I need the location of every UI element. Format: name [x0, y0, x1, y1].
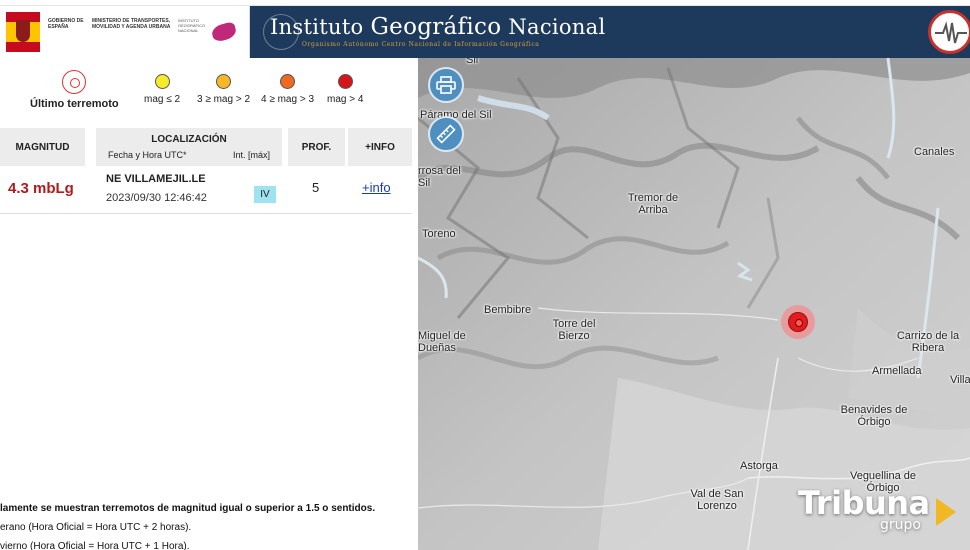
header-location[interactable]: LOCALIZACIÓN Fecha y Hora UTC* Int. [máx… [96, 128, 282, 166]
map-label: Carrizo de la Ribera [896, 330, 960, 354]
amber-dot-icon [216, 74, 232, 89]
ign-subtitle: Organismo Autónomo Centro Nacional de In… [302, 41, 540, 48]
map-label: Armellada [872, 365, 922, 377]
footnote-magnitude: lamente se muestran terremotos de magnit… [0, 503, 376, 514]
legend-last-quake: Último terremoto [30, 70, 119, 110]
header-depth[interactable]: PROF. [288, 128, 345, 166]
footnotes: lamente se muestran terremotos de magnit… [0, 499, 418, 550]
header-location-label: LOCALIZACIÓN [151, 134, 227, 145]
printer-icon [436, 76, 456, 94]
measure-button[interactable] [428, 116, 464, 152]
coat-of-arms-icon [16, 20, 30, 42]
legend-mag-2: 3 ≥ mag > 2 [197, 74, 250, 105]
row-location: NE VILLAMEJIL.LE [106, 173, 206, 185]
play-icon [936, 498, 956, 526]
map-label: Sil [466, 58, 479, 66]
ign-small-label: INSTITUTO GEOGRÁFICO NACIONAL [178, 18, 206, 33]
legend-label: 3 ≥ mag > 2 [197, 94, 251, 105]
row-magnitude: 4.3 mbLg [8, 180, 74, 197]
footnote-summer: erano (Hora Oficial = Hora UTC + 2 horas… [0, 522, 192, 533]
header-intensity: Int. [máx] [232, 150, 270, 160]
map-label: Miguel de Dueñas [418, 330, 466, 354]
watermark-sub: grupo [880, 517, 921, 533]
legend-label: 4 ≥ mag > 3 [261, 94, 315, 105]
earthquake-panel: Último terremoto mag ≤ 2 3 ≥ mag > 2 4 ≥… [0, 58, 418, 550]
ign-logo-icon [210, 21, 238, 43]
footnote-winter: vierno (Hora Oficial = Hora UTC + 1 Hora… [0, 541, 190, 550]
map-label: Astorga [740, 460, 778, 472]
last-quake-icon [62, 70, 87, 94]
row-datetime: 2023/09/30 12:46:42 [106, 192, 207, 204]
map-label: Val de San Lorenzo [690, 488, 744, 512]
legend-mag-1: mag ≤ 2 [144, 74, 180, 105]
title-part-3: Nacional [501, 15, 606, 39]
header-datetime: Fecha y Hora UTC* [108, 150, 187, 160]
ministry-label: MINISTERIO DE TRANSPORTES, MOVILIDAD Y A… [92, 18, 171, 30]
table-row[interactable]: 4.3 mbLg NE VILLAMEJIL.LE 2023/09/30 12:… [0, 166, 412, 214]
print-button[interactable] [428, 67, 464, 103]
row-intensity-badge: IV [254, 186, 276, 203]
header-location-sub: Fecha y Hora UTC* Int. [máx] [96, 150, 282, 160]
map-label: Canales [914, 146, 955, 158]
site-header: GOBIERNO DE ESPAÑA MINISTERIO DE TRANSPO… [0, 6, 970, 58]
seismograph-icon[interactable] [928, 10, 970, 54]
yellow-dot-icon [154, 74, 170, 89]
row-info-link[interactable]: +info [362, 180, 391, 195]
orange-dot-icon [280, 74, 296, 89]
header-magnitude[interactable]: MAGNITUD [0, 128, 85, 166]
government-label: GOBIERNO DE ESPAÑA [48, 18, 84, 30]
table-header: MAGNITUD LOCALIZACIÓN Fecha y Hora UTC* … [0, 128, 412, 166]
map-label: Bembibre [484, 304, 532, 316]
title-part-1: Instituto [270, 15, 371, 39]
header-info[interactable]: +INFO [348, 128, 412, 166]
earthquake-epicenter-icon [788, 312, 808, 332]
map-view[interactable]: Sil Páramo del Sil rrosa del Sil Toreno … [418, 58, 970, 550]
earthquake-marker[interactable] [781, 305, 815, 339]
legend-label: mag > 4 [327, 94, 364, 105]
row-depth: 5 [312, 180, 320, 195]
title-part-2: Geográfico [370, 14, 502, 40]
map-label: rrosa del Sil [418, 165, 461, 189]
legend-mag-3: 4 ≥ mag > 3 [261, 74, 314, 105]
government-logos: GOBIERNO DE ESPAÑA MINISTERIO DE TRANSPO… [0, 6, 250, 58]
map-label: Villa [950, 374, 970, 386]
map-label: Tremor de Arriba [627, 192, 679, 216]
red-dot-icon [337, 74, 353, 89]
ign-title: Instituto Geográfico Nacional [270, 14, 606, 40]
legend-label: mag ≤ 2 [144, 94, 181, 105]
ruler-icon [436, 124, 456, 144]
map-label: Toreno [422, 228, 456, 240]
legend-mag-4: mag > 4 [327, 74, 363, 105]
legend-last-quake-label: Último terremoto [30, 98, 119, 110]
map-label: Benavides de Órbigo [840, 404, 908, 428]
map-label: Torre del Bierzo [552, 318, 596, 342]
